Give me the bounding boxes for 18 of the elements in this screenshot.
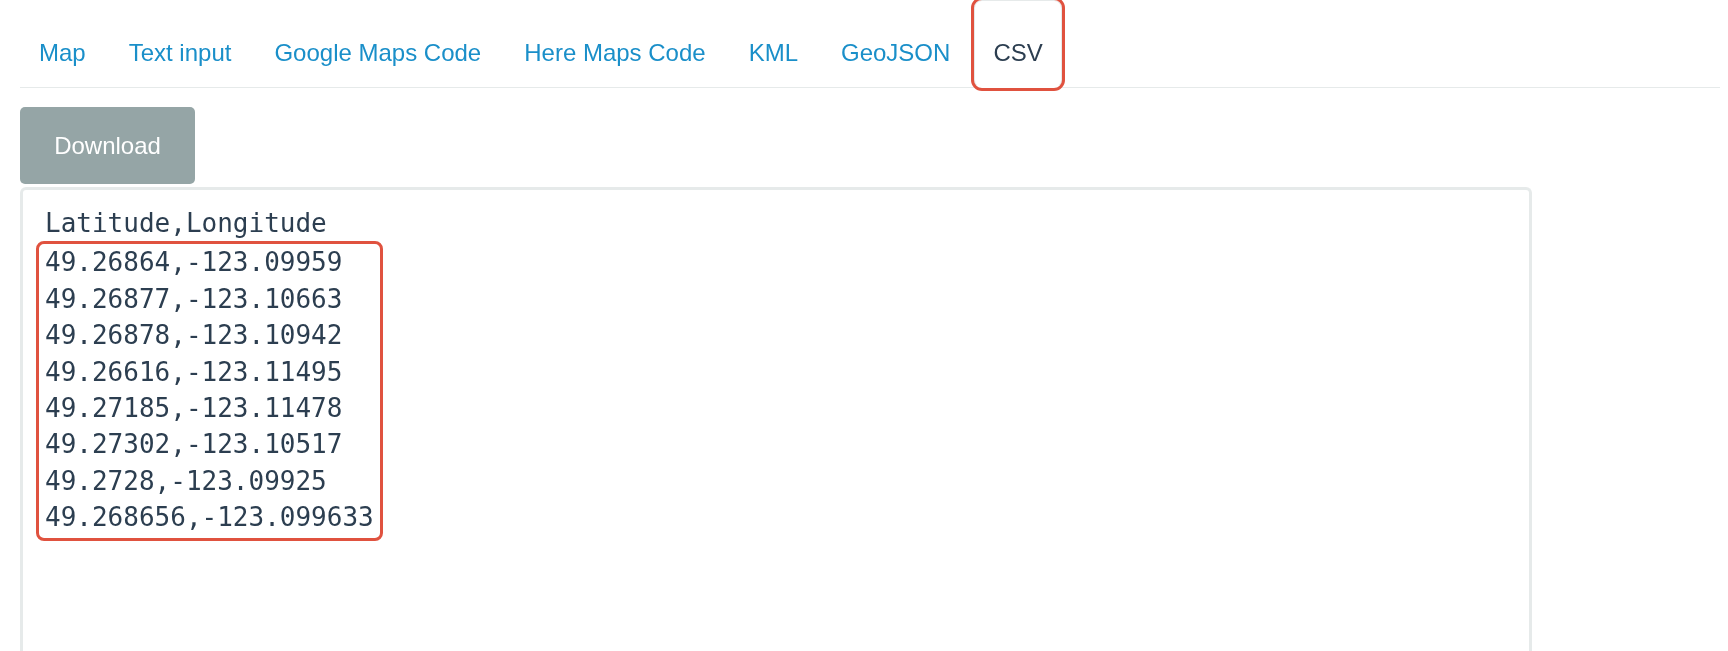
tab[interactable]: KML bbox=[729, 18, 817, 88]
csv-data-line: 49.26878,-123.10942 bbox=[45, 319, 344, 353]
csv-data-line: 49.27302,-123.10517 bbox=[45, 428, 344, 462]
tab[interactable]: Map bbox=[20, 18, 105, 88]
tab[interactable]: Here Maps Code bbox=[505, 18, 725, 88]
tab[interactable]: Google Maps Code bbox=[255, 18, 501, 88]
csv-data-line: 49.268656,-123.099633 bbox=[45, 501, 374, 535]
tab[interactable]: CSV bbox=[974, 0, 1062, 88]
csv-data-line: 49.26877,-123.10663 bbox=[45, 282, 344, 316]
tab[interactable]: GeoJSON bbox=[822, 18, 970, 88]
csv-data-line: 49.26864,-123.09959 bbox=[45, 246, 344, 280]
csv-header-line: Latitude,Longitude bbox=[45, 207, 328, 240]
tab[interactable]: Text input bbox=[109, 18, 251, 88]
csv-data-line: 49.2728,-123.09925 bbox=[45, 464, 328, 498]
csv-data-line: 49.27185,-123.11478 bbox=[45, 392, 344, 426]
download-button[interactable]: Download bbox=[20, 107, 195, 184]
csv-text-area[interactable]: Latitude,Longitude 49.26864,-123.09959 49.26877,-123.10663 49.26878,-123.10942 49.26616,-123.11495 49.27185,-123.11478 49.27302,-123.10517 49.2728,-123.09925 49.268656,-123.099633 bbox=[20, 187, 1532, 651]
csv-data-line: 49.26616,-123.11495 bbox=[45, 355, 344, 389]
